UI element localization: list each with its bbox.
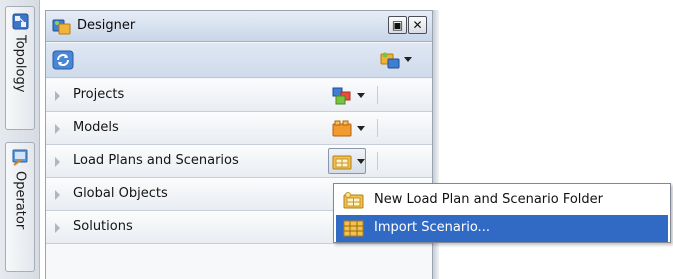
designer-title: Designer (77, 18, 136, 33)
tab-topology-label: Topology (12, 35, 28, 93)
accordion-projects-label: Projects (73, 87, 125, 102)
expand-arrow-icon[interactable] (55, 124, 60, 134)
expand-arrow-icon[interactable] (55, 190, 60, 200)
designer-titlebar: Designer ▣ ✕ (46, 11, 432, 42)
new-load-plan-folder-icon (343, 192, 364, 209)
projects-dropdown-caret-icon[interactable] (357, 93, 365, 98)
load-plans-dropdown-caret-icon[interactable] (357, 159, 365, 164)
tab-topology[interactable]: Topology (5, 6, 35, 130)
designer-icon (52, 19, 71, 35)
accordion-load-plans-label: Load Plans and Scenarios (73, 153, 239, 168)
tab-operator[interactable]: Operator (5, 142, 35, 272)
separator (377, 119, 378, 137)
accordion-solutions-label: Solutions (73, 219, 133, 234)
menu-item-new-load-plan-folder-label: New Load Plan and Scenario Folder (374, 192, 604, 207)
designer-empty-area (46, 244, 432, 279)
refresh-icon[interactable] (52, 50, 74, 70)
designer-toolbar (46, 43, 432, 78)
menu-item-import-scenario[interactable]: Import Scenario... (336, 215, 668, 242)
accordion-models[interactable]: Models (46, 112, 432, 145)
expand-arrow-icon[interactable] (55, 91, 60, 101)
expand-arrow-icon[interactable] (55, 223, 60, 233)
separator (377, 152, 378, 170)
load-plans-context-menu: New Load Plan and Scenario Folder Import… (333, 183, 671, 243)
restore-button[interactable]: ▣ (388, 16, 407, 34)
close-button[interactable]: ✕ (408, 16, 427, 34)
accordion-models-label: Models (73, 120, 119, 135)
menu-item-import-scenario-label: Import Scenario... (374, 220, 490, 235)
models-icon[interactable] (332, 119, 352, 138)
menu-item-new-load-plan-folder[interactable]: New Load Plan and Scenario Folder (336, 187, 668, 214)
expand-arrow-icon[interactable] (55, 157, 60, 167)
projects-icon[interactable] (332, 86, 352, 105)
separator (377, 86, 378, 104)
new-folder-icon[interactable] (380, 51, 400, 69)
operator-icon (12, 149, 28, 166)
models-dropdown-caret-icon[interactable] (357, 126, 365, 131)
accordion-load-plans[interactable]: Load Plans and Scenarios (46, 145, 432, 178)
tab-operator-label: Operator (12, 171, 28, 230)
accordion-global-objects-label: Global Objects (73, 186, 168, 201)
accordion-projects[interactable]: Projects (46, 79, 432, 112)
load-plan-folder-icon[interactable] (332, 152, 352, 171)
side-tab-strip: Topology Operator (0, 0, 40, 279)
import-scenario-icon (343, 220, 364, 237)
topology-icon (12, 13, 29, 30)
new-dropdown-caret-icon[interactable] (404, 57, 412, 62)
